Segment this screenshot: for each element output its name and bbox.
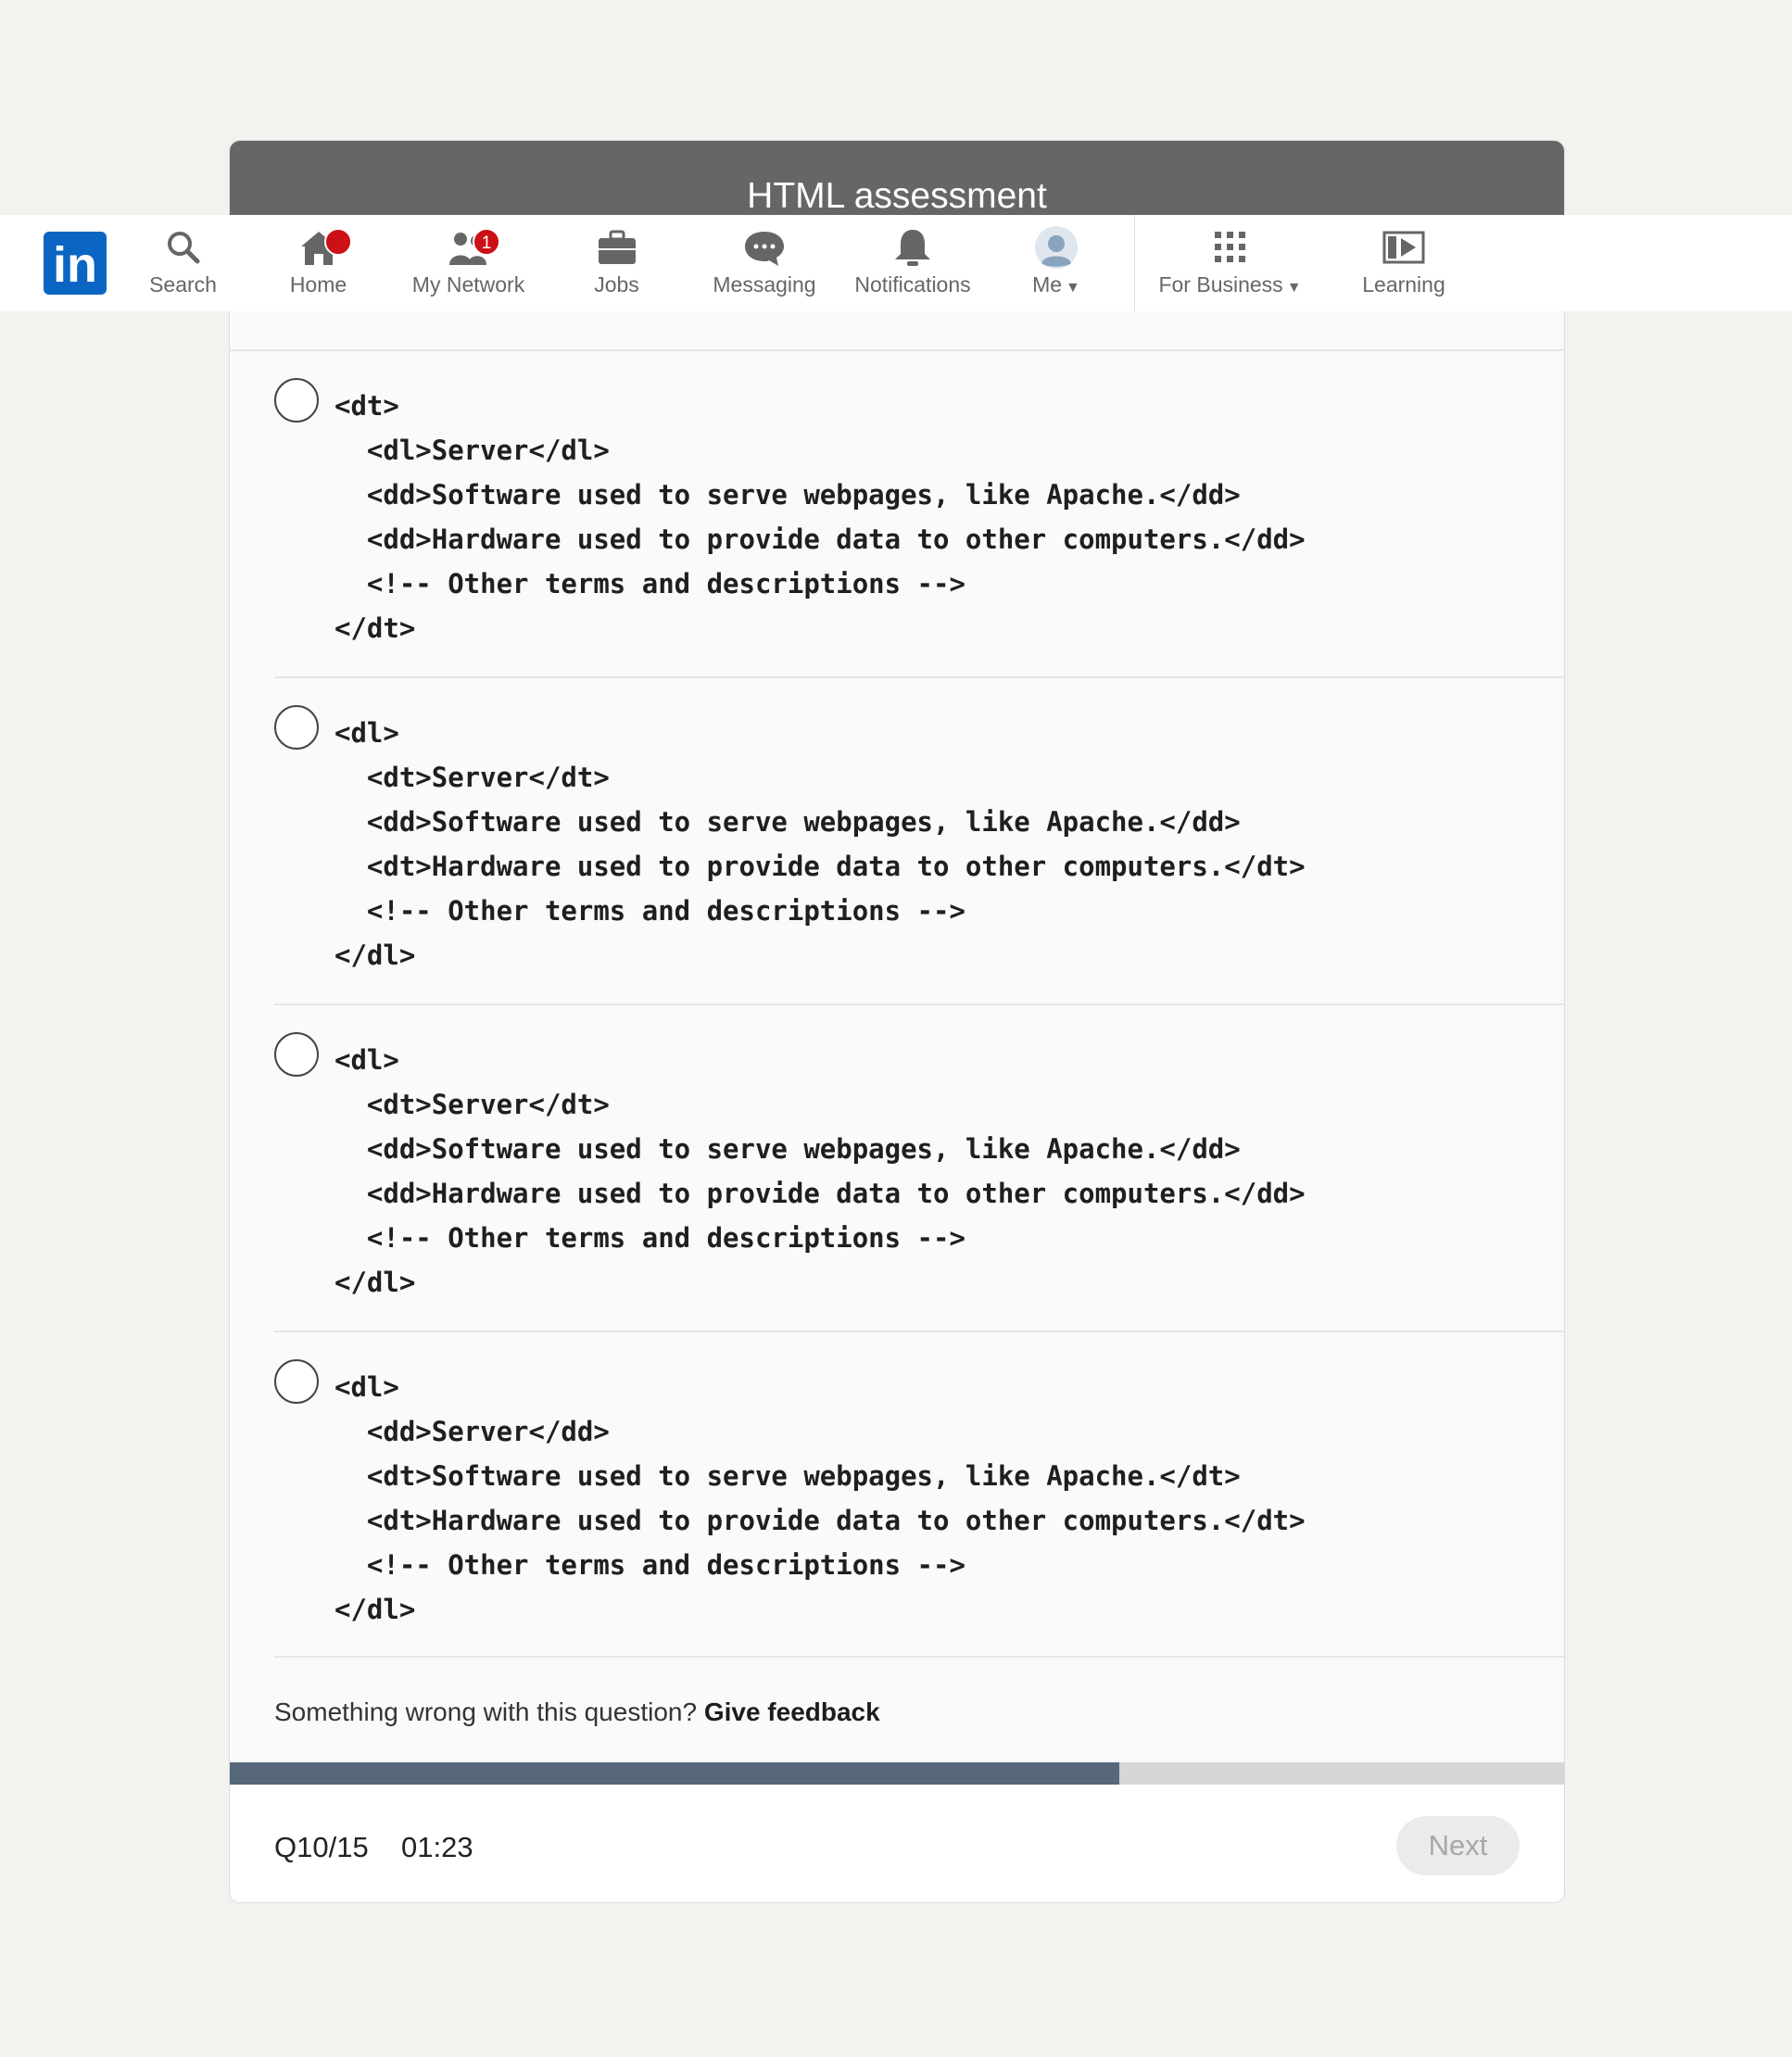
answer-code: <dt> <dl>Server</dl> <dd>Software used t… [334, 390, 1306, 644]
search-icon [167, 232, 199, 264]
answer-code: <dl> <dd>Server</dd> <dt>Software used t… [334, 1371, 1306, 1625]
chevron-down-icon: ▼ [1066, 280, 1080, 296]
grid-icon [1214, 232, 1245, 262]
answer-code: <dl> <dt>Server</dt> <dd>Software used t… [334, 1044, 1306, 1298]
avatar [1035, 226, 1078, 269]
radio-button[interactable] [274, 378, 319, 423]
progress-bar [230, 1762, 1564, 1785]
nav-label: Notifications [854, 272, 971, 297]
network-badge: 1 [473, 228, 500, 256]
nav-jobs[interactable]: Jobs [573, 224, 661, 306]
nav-label: Learning [1362, 272, 1445, 297]
nav-learning[interactable]: Learning [1353, 224, 1455, 306]
nav-search[interactable]: Search [139, 224, 227, 306]
modal-footer: Q10/15 01:23 Next [230, 1785, 1564, 1902]
radio-button[interactable] [274, 705, 319, 750]
nav-label: For Business ▼ [1158, 272, 1302, 297]
nav-label: Jobs [594, 272, 639, 297]
chevron-down-icon: ▼ [1286, 280, 1302, 296]
radio-button[interactable] [274, 1032, 319, 1077]
next-button[interactable]: Next [1396, 1816, 1520, 1875]
feedback-text: Something wrong with this question? [274, 1697, 698, 1726]
feedback-row: Something wrong with this question? Give… [274, 1697, 880, 1727]
answer-code: <dl> <dt>Server</dt> <dd>Software used t… [334, 717, 1306, 971]
nav-me[interactable]: Me ▼ [1019, 224, 1093, 306]
nav-label: Messaging [713, 272, 816, 297]
assessment-modal: HTML assessment <dt> <dl>Server</dl> <dd… [229, 140, 1565, 1903]
bell-icon [895, 230, 930, 266]
nav-for-business[interactable]: For Business ▼ [1154, 224, 1306, 306]
answer-option-4[interactable]: <dl> <dd>Server</dd> <dt>Software used t… [274, 1331, 1564, 1658]
nav-label: My Network [411, 272, 525, 297]
answer-option-1[interactable]: <dt> <dl>Server</dl> <dd>Software used t… [230, 349, 1564, 676]
global-nav: in Search Home 1 My Network Jobs Messagi… [0, 215, 1792, 311]
nav-home[interactable]: Home [274, 224, 362, 306]
answer-options: <dt> <dl>Server</dl> <dd>Software used t… [230, 349, 1564, 1658]
notification-dot [324, 228, 352, 256]
nav-my-network[interactable]: 1 My Network [406, 224, 531, 306]
answer-option-2[interactable]: <dl> <dt>Server</dt> <dd>Software used t… [274, 676, 1564, 1003]
nav-divider [1134, 215, 1135, 311]
nav-messaging[interactable]: Messaging [704, 224, 825, 306]
nav-label: Home [289, 272, 347, 297]
messaging-icon [745, 232, 784, 266]
radio-button[interactable] [274, 1359, 319, 1404]
answer-option-3[interactable]: <dl> <dt>Server</dt> <dd>Software used t… [274, 1003, 1564, 1331]
timer: 01:23 [401, 1831, 473, 1863]
modal-title: HTML assessment [230, 141, 1564, 224]
progress-fill [230, 1762, 1120, 1785]
linkedin-logo[interactable]: in [44, 232, 107, 295]
briefcase-icon [598, 230, 636, 264]
nav-notifications[interactable]: Notifications [848, 224, 978, 306]
learning-icon [1382, 231, 1425, 264]
give-feedback-link[interactable]: Give feedback [704, 1697, 880, 1726]
question-counter: Q10/15 [274, 1831, 369, 1863]
nav-label: Search [149, 272, 217, 297]
nav-label: Me ▼ [1032, 272, 1080, 297]
